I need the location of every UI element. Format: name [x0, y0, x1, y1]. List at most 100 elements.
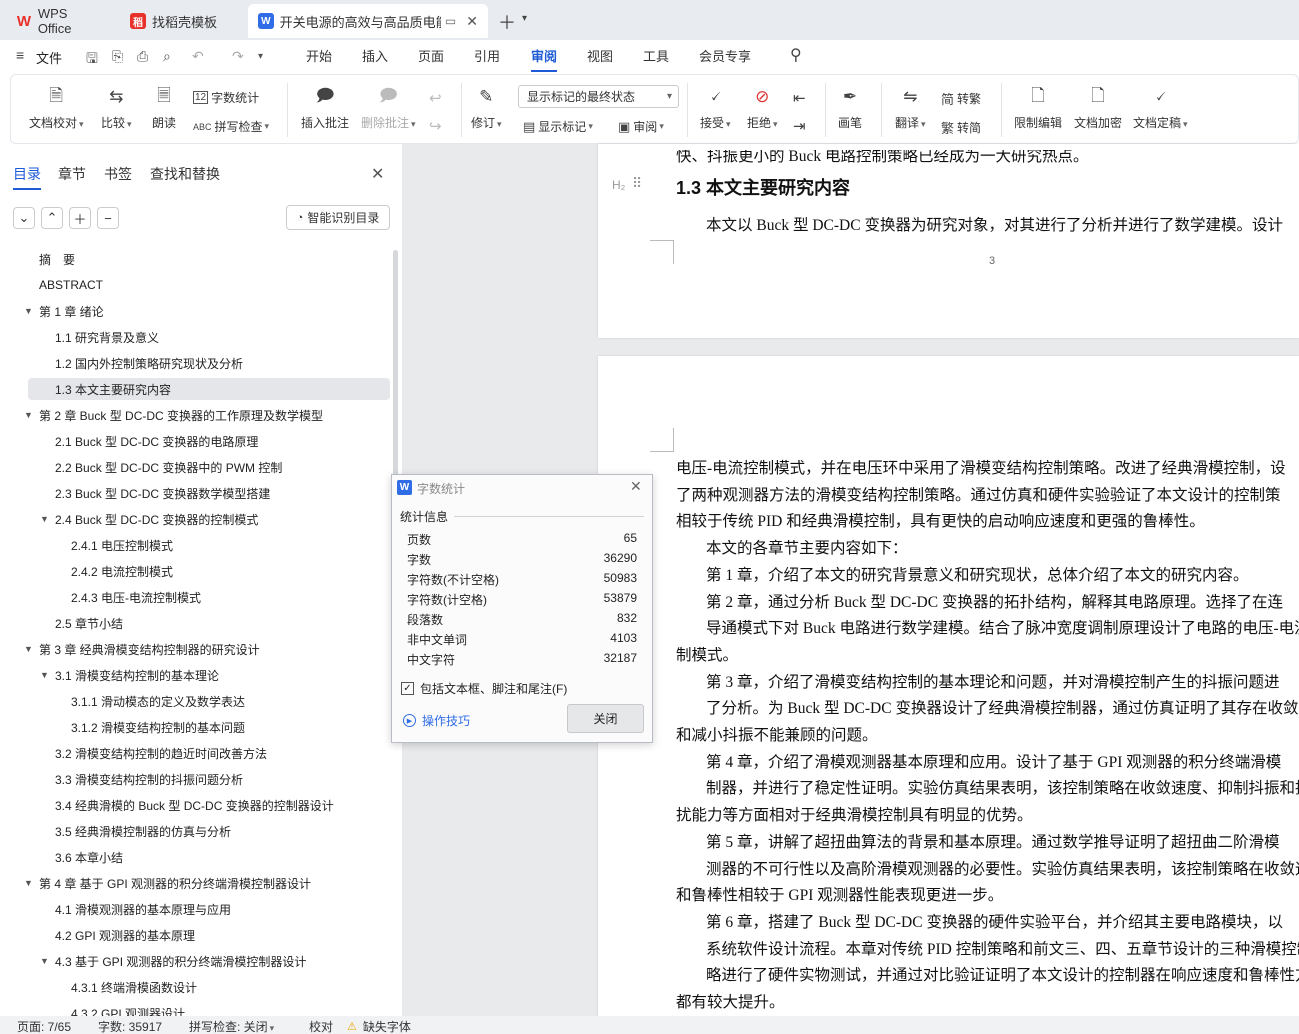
tab-list-chevron-icon[interactable]: ▾: [522, 13, 527, 24]
toc-item[interactable]: 3.2 滑模变结构控制的趋近时间改善方法: [55, 742, 267, 764]
prev-comment-icon[interactable]: ↩: [429, 89, 442, 107]
nav-tab-toc[interactable]: 目录: [13, 164, 41, 190]
toc-item[interactable]: 2.4.2 电流控制模式: [71, 560, 173, 582]
save-icon[interactable]: 🖫: [86, 48, 98, 72]
show-markup-button[interactable]: ▤ 显示标记 ▾: [523, 118, 593, 135]
compare-button[interactable]: ⇆ 比较 ▾: [101, 84, 132, 131]
toc-item[interactable]: 4.3 基于 GPI 观测器的积分终端滑模控制器设计: [55, 950, 306, 972]
accept-button[interactable]: 🗸 接受 ▾: [700, 84, 731, 131]
tips-link[interactable]: ▶ 操作技巧: [403, 712, 470, 729]
toc-item[interactable]: 2.5 章节小结: [55, 612, 123, 634]
remove-heading-button[interactable]: −: [97, 207, 119, 229]
menu-start[interactable]: 开始: [306, 46, 332, 65]
collapse-all-button[interactable]: ⌄: [13, 207, 35, 229]
to-traditional-button[interactable]: 简 转繁: [941, 89, 981, 108]
tab-document[interactable]: W 开关电源的高效与高品质电能 ▭ ✕: [248, 4, 488, 38]
reject-button[interactable]: ⊘ 拒绝 ▾: [747, 84, 778, 131]
expand-toggle-icon[interactable]: ▼: [40, 670, 49, 680]
encrypt-button[interactable]: 🗋 文档加密: [1074, 84, 1122, 131]
toc-item[interactable]: 3.1.1 滑动模态的定义及数学表达: [71, 690, 245, 712]
toc-item[interactable]: 1.2 国内外控制策略研究现状及分析: [55, 352, 243, 374]
insert-comment-button[interactable]: 🗩 插入批注: [301, 84, 349, 131]
toc-item[interactable]: 3.3 滑模变结构控制的抖振问题分析: [55, 768, 243, 790]
toc-item[interactable]: 3.1 滑模变结构控制的基本理论: [55, 664, 219, 686]
markup-mode-select[interactable]: 显示标记的最终状态 ▾: [518, 85, 679, 108]
search-icon[interactable]: ⚲: [790, 45, 802, 65]
expand-toggle-icon[interactable]: ▼: [40, 514, 49, 524]
nav-tab-sections[interactable]: 章节: [58, 164, 86, 184]
toc-item[interactable]: 第 1 章 绪论: [39, 300, 104, 322]
drag-handle-icon[interactable]: ⠿: [632, 175, 642, 192]
toc-item[interactable]: ABSTRACT: [39, 274, 103, 296]
toc-item[interactable]: 3.1.2 滑模变结构控制的基本问题: [71, 716, 245, 738]
toc-item[interactable]: 3.5 经典滑模控制器的仿真与分析: [55, 820, 231, 842]
redo-icon[interactable]: ↷: [232, 48, 244, 65]
nav-scrollbar[interactable]: [393, 250, 398, 500]
expand-toggle-icon[interactable]: ▼: [24, 306, 33, 316]
toc-item[interactable]: 3.4 经典滑模的 Buck 型 DC-DC 变换器的控制器设计: [55, 794, 334, 816]
expand-toggle-icon[interactable]: ▼: [24, 644, 33, 654]
page-indicator[interactable]: 页面: 7/65: [17, 1018, 71, 1034]
toc-item[interactable]: 1.3 本文主要研究内容: [28, 378, 390, 400]
toc-item[interactable]: 4.3.1 终端滑模函数设计: [71, 976, 197, 998]
review-pane-button[interactable]: ▣ 审阅 ▾: [618, 118, 664, 135]
tab-wps-office[interactable]: W WPS Office: [6, 4, 114, 38]
nav-tab-find-replace[interactable]: 查找和替换: [150, 164, 220, 184]
close-pane-icon[interactable]: ✕: [371, 164, 384, 184]
print-icon[interactable]: ⎙: [137, 48, 148, 65]
spell-check-button[interactable]: ABC 拼写检查 ▾: [193, 118, 269, 135]
revise-button[interactable]: ✎ 修订 ▾: [471, 84, 502, 131]
menu-member[interactable]: 会员专享: [699, 46, 751, 65]
next-comment-icon[interactable]: ↪: [429, 117, 442, 135]
pen-button[interactable]: ✒ 画笔: [837, 84, 863, 131]
next-change-icon[interactable]: ⇥: [793, 117, 806, 135]
toc-item[interactable]: 摘 要: [39, 248, 75, 270]
menu-reference[interactable]: 引用: [474, 46, 500, 65]
toc-item[interactable]: 2.1 Buck 型 DC-DC 变换器的电路原理: [55, 430, 258, 452]
close-button[interactable]: 关闭: [567, 704, 644, 733]
word-count-indicator[interactable]: 字数: 35917: [98, 1018, 162, 1034]
toc-item[interactable]: 第 3 章 经典滑模变结构控制器的研究设计: [39, 638, 260, 660]
hamburger-icon[interactable]: ≡: [16, 47, 24, 63]
new-tab-icon[interactable]: ＋: [498, 9, 516, 35]
toc-item[interactable]: 2.4.1 电压控制模式: [71, 534, 173, 556]
delete-comment-button[interactable]: 🗩 删除批注 ▾: [361, 84, 416, 131]
toc-item[interactable]: 3.6 本章小结: [55, 846, 123, 868]
add-heading-button[interactable]: ＋: [69, 207, 91, 229]
menu-file[interactable]: 文件: [36, 48, 62, 67]
menu-review[interactable]: 审阅: [531, 46, 558, 72]
translate-button[interactable]: ⇋ 翻译 ▾: [895, 84, 926, 131]
toc-item[interactable]: 4.2 GPI 观测器的基本原理: [55, 924, 195, 946]
toc-item[interactable]: 2.3 Buck 型 DC-DC 变换器数学模型搭建: [55, 482, 270, 504]
expand-up-button[interactable]: ⌃: [41, 207, 63, 229]
toc-item[interactable]: 2.4.3 电压-电流控制模式: [71, 586, 201, 608]
print-preview-icon[interactable]: ⌕: [163, 48, 171, 65]
toc-item[interactable]: 第 2 章 Buck 型 DC-DC 变换器的工作原理及数学模型: [39, 404, 323, 426]
screen-icon[interactable]: ▭: [445, 14, 456, 28]
to-simplified-button[interactable]: 繁 转简: [941, 118, 981, 137]
read-aloud-button[interactable]: 🗏 朗读: [151, 84, 177, 131]
proof-button[interactable]: 校对: [309, 1018, 333, 1034]
share-icon[interactable]: ⎘: [112, 48, 123, 65]
word-count-button[interactable]: 12 字数统计: [193, 89, 259, 106]
toc-item[interactable]: 2.2 Buck 型 DC-DC 变换器中的 PWM 控制: [55, 456, 282, 478]
menu-tools[interactable]: 工具: [643, 46, 669, 65]
prev-change-icon[interactable]: ⇤: [793, 89, 806, 107]
include-textbox-checkbox[interactable]: ✓ 包括文本框、脚注和尾注(F): [401, 680, 567, 697]
doc-proof-button[interactable]: 🗎 文档校对 ▾: [29, 84, 84, 131]
finalize-button[interactable]: 🗸 文档定稿 ▾: [1133, 84, 1188, 131]
menu-insert[interactable]: 插入: [362, 46, 388, 65]
nav-tab-bookmarks[interactable]: 书签: [104, 164, 132, 184]
menu-view[interactable]: 视图: [587, 46, 613, 65]
tab-docer-templates[interactable]: 稻 找稻壳模板: [120, 4, 242, 38]
quick-access-chevron-icon[interactable]: ▾: [258, 51, 263, 62]
close-tab-icon[interactable]: ✕: [466, 13, 478, 30]
missing-font-button[interactable]: ⚠ 缺失字体: [347, 1018, 411, 1034]
restrict-edit-button[interactable]: 🗋 限制编辑: [1014, 84, 1062, 131]
spell-check-toggle[interactable]: 拼写检查: 关闭 ▾: [189, 1018, 274, 1034]
dialog-close-icon[interactable]: ✕: [630, 478, 642, 495]
toc-item[interactable]: 1.1 研究背景及意义: [55, 326, 159, 348]
toc-item[interactable]: 第 4 章 基于 GPI 观测器的积分终端滑模控制器设计: [39, 872, 311, 894]
toc-item[interactable]: 2.4 Buck 型 DC-DC 变换器的控制模式: [55, 508, 258, 530]
undo-icon[interactable]: ↶: [192, 48, 204, 65]
